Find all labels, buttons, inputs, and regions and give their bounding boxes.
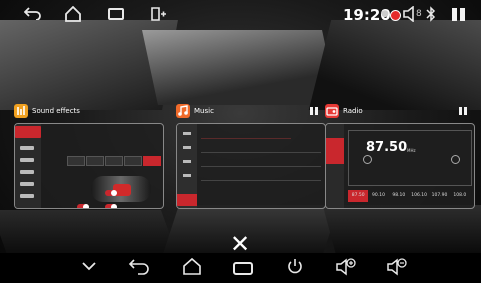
radio-unit: MHz [407,148,416,153]
radio-tuner [348,130,472,186]
music-note-icon [176,104,190,118]
sound-effects-title: Sound effects [32,107,80,115]
radio-preset: 98.10 [392,193,406,198]
split-screen-icon[interactable] [150,6,168,27]
recent-apps-icon[interactable] [233,262,253,275]
eq-preset [86,156,104,166]
eq-preset-active [143,156,161,166]
bluetooth-icon[interactable] [426,6,436,28]
wallpaper-cube [142,30,338,105]
music-title: Music [194,107,214,115]
eq-preset [67,156,85,166]
toggle-switch [77,204,89,208]
radio-preview[interactable]: 87.50 MHz 87.50 90.10 98.10 106.10 107.9… [325,123,475,209]
toggle-switch [105,204,117,208]
track-row [201,166,321,167]
toggle-switch [105,190,117,196]
track-row [201,152,321,153]
radio-frequency: 87.50 [366,140,408,155]
status-bar: 19:20 ● 8 [0,0,481,30]
radio-header: Radio [325,103,475,119]
recent-apps-icon[interactable] [108,8,124,20]
panel-icon[interactable] [310,107,318,115]
radio-presets: 87.50 90.10 98.10 106.10 107.90 108.0 [348,190,470,202]
music-widget[interactable]: Music [176,103,326,209]
panel-icon[interactable] [459,107,467,115]
radio-title: Radio [343,107,363,115]
home-icon[interactable] [182,257,202,280]
volume-level: 8 [416,9,422,19]
sound-effects-preview[interactable] [14,123,164,209]
radio-preset: 108.0 [453,193,467,198]
radio-preset: 107.90 [431,193,448,198]
sound-effects-widget[interactable]: Sound effects [14,103,164,209]
sound-effects-sidebar [15,124,41,208]
eq-preset [105,156,123,166]
track-row [201,180,321,181]
sound-effects-header: Sound effects [14,103,164,119]
radio-icon [325,104,339,118]
eq-preset [124,156,142,166]
chevron-down-icon[interactable] [80,257,98,280]
home-icon[interactable] [64,5,82,27]
music-preview[interactable] [176,123,326,209]
volume-down-icon[interactable] [386,257,408,282]
music-sidebar [177,124,197,208]
back-arrow-icon[interactable] [23,6,42,25]
panel-icon[interactable] [452,8,466,21]
tune-up-icon [451,155,460,164]
recording-dot-icon [390,10,401,21]
back-arrow-icon[interactable] [128,257,150,280]
wallpaper-cube [322,205,481,260]
radio-preset: 106.10 [411,193,428,198]
radio-sidebar [326,124,344,208]
power-icon[interactable] [286,257,304,280]
tune-down-icon [363,155,372,164]
radio-widget[interactable]: Radio 87.50 MHz 87.50 90.10 98.10 106.10… [325,103,475,209]
track-row [201,138,291,139]
equalizer-icon [14,104,28,118]
radio-preset: 87.50 [348,190,369,202]
music-header: Music [176,103,326,119]
radio-preset: 90.10 [372,193,385,198]
navigation-bar [0,253,481,283]
wallpaper-cube [308,20,481,110]
volume-up-icon[interactable] [335,257,357,282]
signal-icon: ● [381,9,389,19]
